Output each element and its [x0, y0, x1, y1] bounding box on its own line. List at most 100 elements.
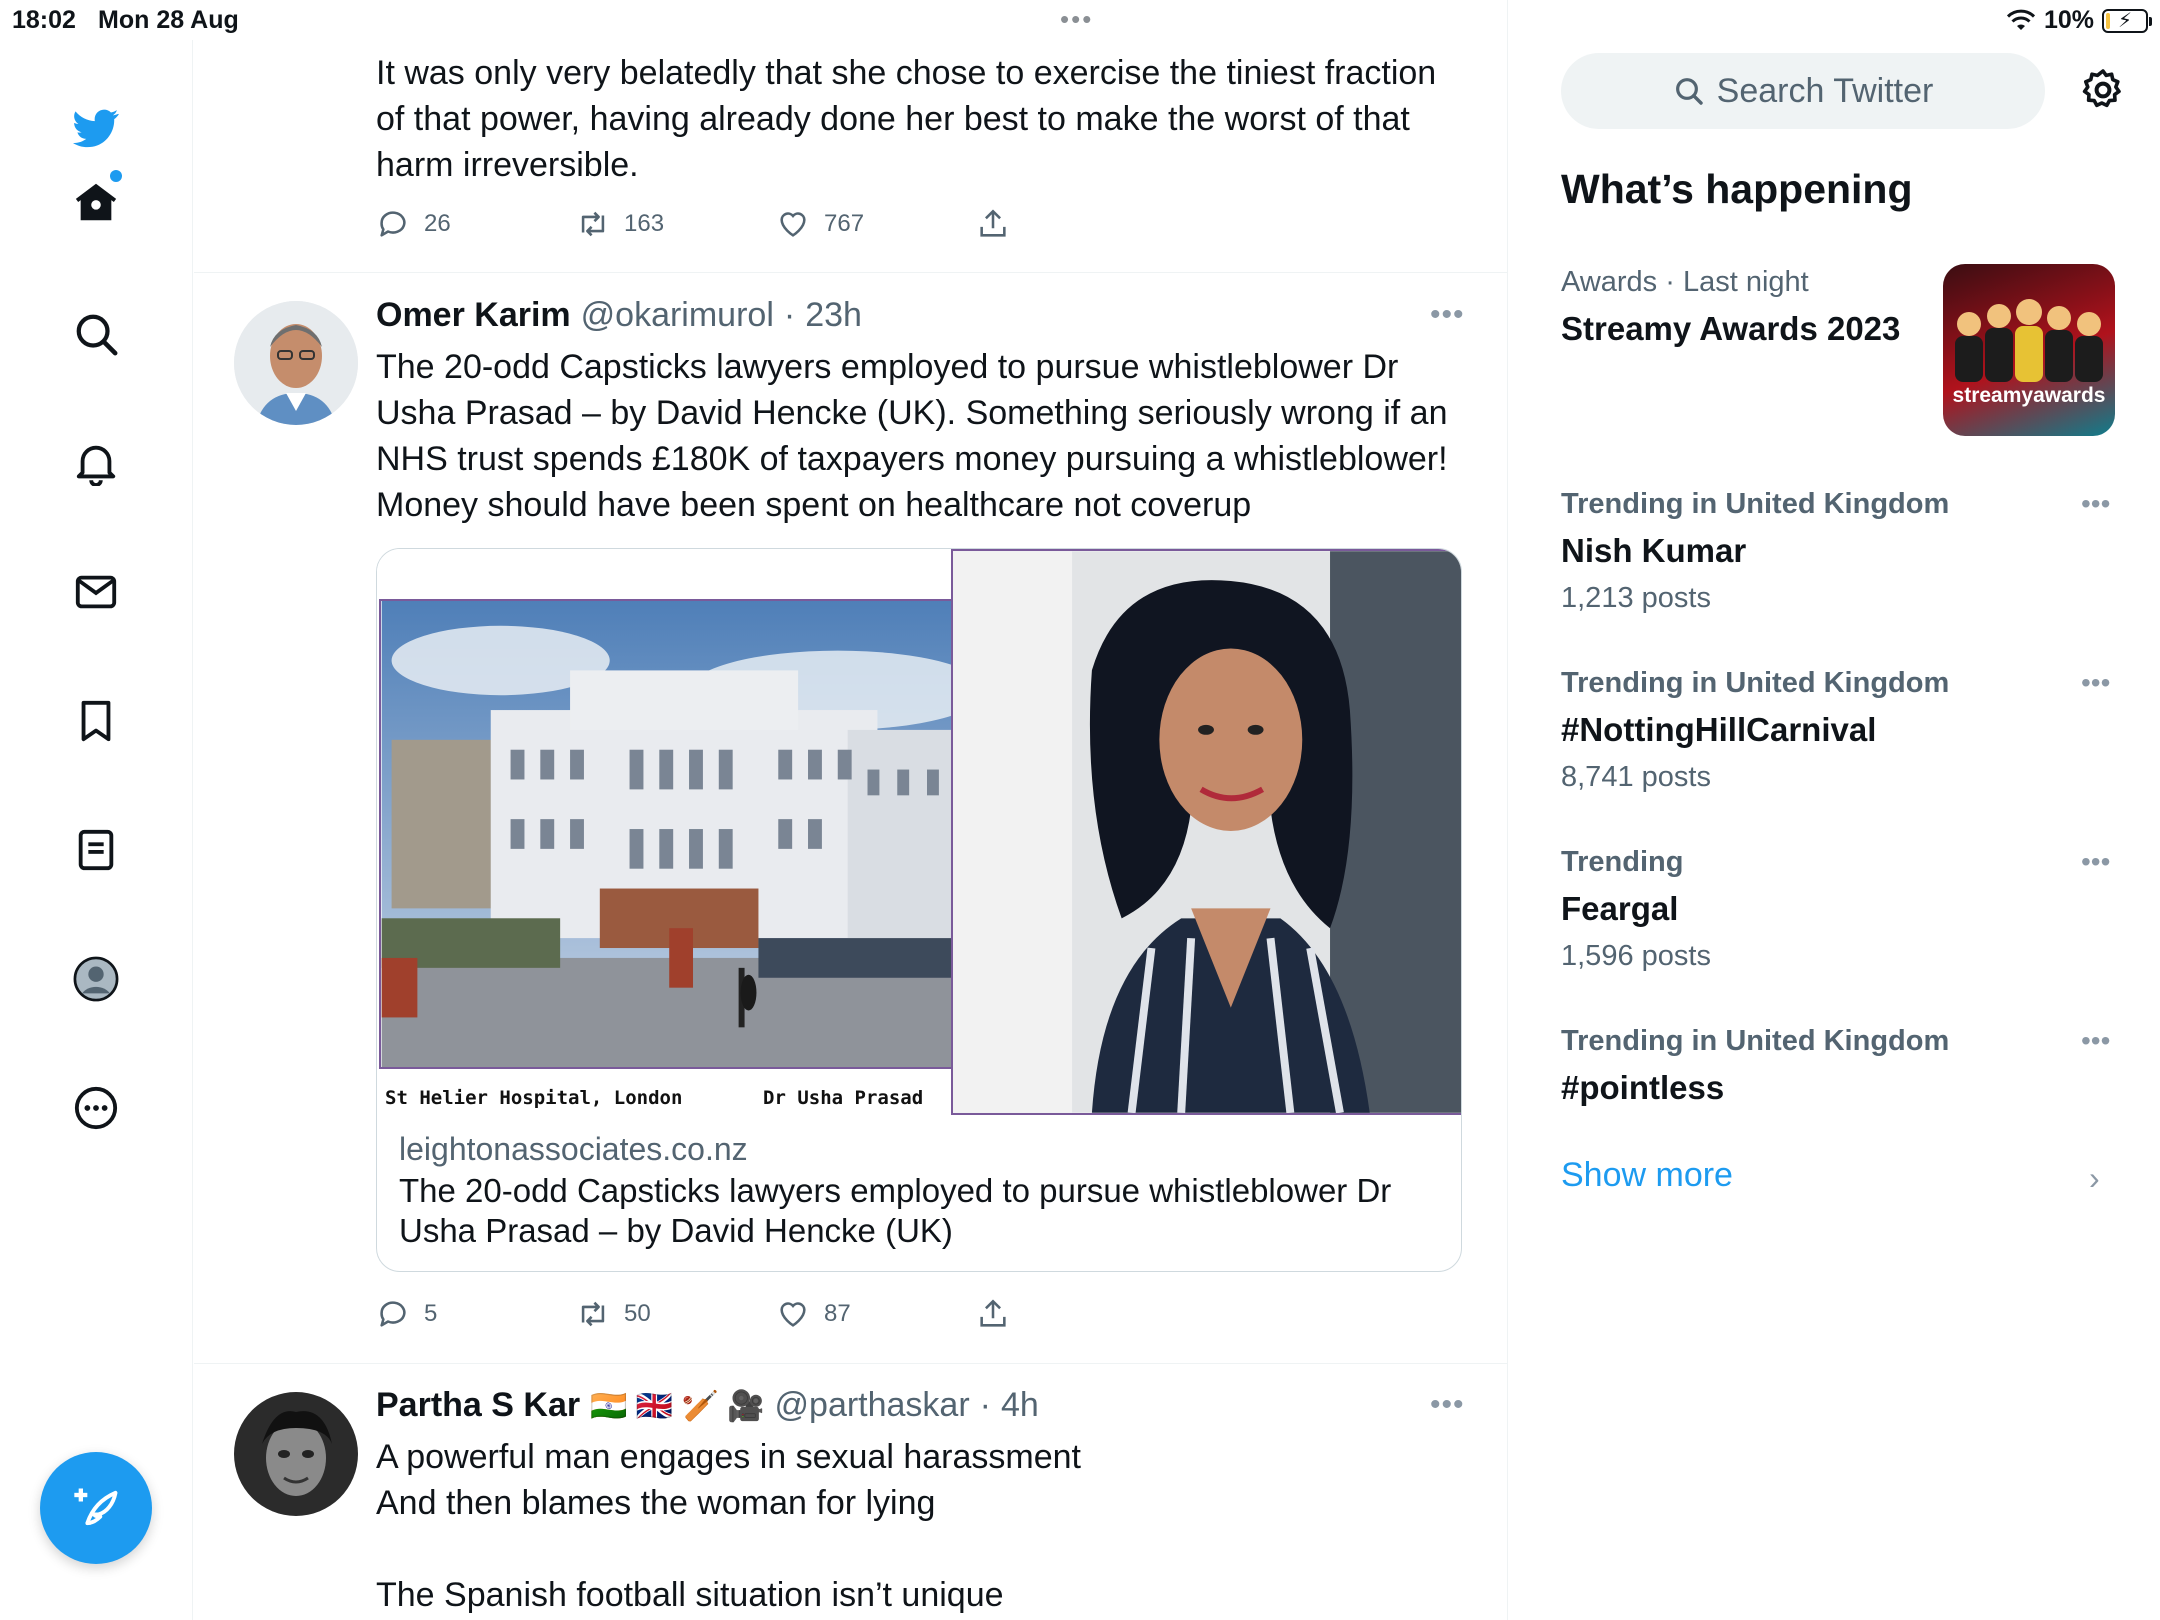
- retweet-icon: [581, 211, 605, 237]
- right-sidebar: Search Twitter What’s happening Awards ·…: [1509, 0, 2160, 1620]
- trend-category: Trending: [1561, 846, 1684, 878]
- nav-messages[interactable]: [56, 552, 136, 632]
- card-image: St Helier Hospital, London Dr Usha Prasa…: [377, 549, 1461, 1115]
- author-handle[interactable]: @parthaskar: [775, 1386, 970, 1425]
- trend-category: Trending in United Kingdom: [1561, 488, 1950, 520]
- trend-more-button[interactable]: •••: [2081, 488, 2110, 520]
- featured-category[interactable]: Awards · Last night: [1561, 266, 1809, 299]
- trend-category: Trending in United Kingdom: [1561, 667, 1950, 699]
- tweet-text-line: A powerful man engages in sexual harassm…: [376, 1438, 1081, 1476]
- trend-count: 1,596 posts: [1561, 940, 1711, 972]
- tweet-text-line: The 20-odd Capsticks lawyers employed to…: [376, 348, 1399, 386]
- tweet-text: It was only very belatedly that she chos…: [376, 50, 1476, 188]
- timeline[interactable]: It was only very belatedly that she chos…: [194, 0, 1508, 1620]
- nav-more[interactable]: [56, 1068, 136, 1148]
- like-button[interactable]: 767: [776, 207, 864, 241]
- avatar-face-icon: [234, 1392, 358, 1516]
- share-button[interactable]: [976, 1297, 1010, 1331]
- gear-icon[interactable]: [2079, 66, 2127, 114]
- status-time: 18:02: [12, 6, 76, 34]
- reply-count: 5: [424, 1300, 438, 1327]
- portrait-photo: [951, 549, 1461, 1115]
- tweet-time[interactable]: 4h: [1001, 1386, 1039, 1425]
- chevron-right-icon: ›: [2089, 1160, 2100, 1196]
- reply-button[interactable]: 5: [376, 1297, 437, 1331]
- featured-meta: Last night: [1682, 266, 1809, 298]
- tweet-text-line: Usha Prasad – by David Hencke (UK). Some…: [376, 394, 1448, 432]
- tweet-actions: 26 163 767: [376, 204, 1476, 244]
- tweet-time[interactable]: 23h: [805, 296, 862, 335]
- trend-name[interactable]: #NottingHillCarnival: [1561, 711, 1876, 749]
- trend-name[interactable]: Feargal: [1561, 890, 1678, 928]
- like-count: 87: [824, 1300, 851, 1327]
- retweet-button[interactable]: 163: [576, 207, 664, 241]
- reply-count: 26: [424, 210, 451, 237]
- compose-button[interactable]: [40, 1452, 152, 1564]
- tweet-text-line: Money should have been spent on healthca…: [376, 486, 1252, 524]
- nav-lists[interactable]: [56, 810, 136, 890]
- tweet-actions: 5 50 87: [376, 1294, 1476, 1334]
- featured-image[interactable]: streamyawards: [1943, 264, 2115, 436]
- nav-profile[interactable]: [56, 939, 136, 1019]
- trend-name[interactable]: Nish Kumar: [1561, 532, 1746, 570]
- trend-more-button[interactable]: •••: [2081, 667, 2110, 699]
- heart-icon: [780, 212, 806, 237]
- nav-bookmarks[interactable]: [56, 681, 136, 761]
- tweet-text-line: And then blames the woman for lying: [376, 1484, 936, 1522]
- trend-more-button[interactable]: •••: [2081, 846, 2110, 878]
- trend-more-button[interactable]: •••: [2081, 1025, 2110, 1057]
- retweet-icon: [581, 1301, 605, 1327]
- show-more-link[interactable]: Show more: [1561, 1156, 1733, 1195]
- tweet-divider: [194, 1363, 1507, 1364]
- author-emojis: 🇮🇳 🇬🇧 🏏 🎥: [590, 1390, 765, 1423]
- tweet-text-blank-line: [376, 1526, 1476, 1572]
- avatar-face-icon: [234, 301, 358, 425]
- share-icon: [980, 209, 1006, 237]
- author-handle[interactable]: @okarimurol: [581, 296, 774, 335]
- caption-hospital: St Helier Hospital, London: [385, 1087, 683, 1109]
- trend-name[interactable]: #pointless: [1561, 1069, 1724, 1107]
- author-name[interactable]: Omer Karim: [376, 296, 571, 335]
- card-title-line: The 20-odd Capsticks lawyers employed to…: [399, 1172, 1392, 1209]
- separator-dot: ·: [979, 1386, 991, 1424]
- heart-icon: [780, 1302, 806, 1327]
- author-name[interactable]: Partha S Kar: [376, 1386, 580, 1425]
- link-card[interactable]: St Helier Hospital, London Dr Usha Prasa…: [376, 548, 1462, 1272]
- like-button[interactable]: 87: [776, 1297, 851, 1331]
- tweet-more-button[interactable]: •••: [1430, 298, 1465, 332]
- trend-category: Trending in United Kingdom: [1561, 1025, 1950, 1057]
- search-icon: [76, 314, 118, 356]
- tweet-text-line: of that power, having already done her b…: [376, 100, 1410, 138]
- more-icon: [74, 1086, 118, 1130]
- streamy-logo-text: streamyawards: [1952, 384, 2106, 407]
- nav-notifications[interactable]: [56, 423, 136, 503]
- featured-title[interactable]: Streamy Awards 2023: [1561, 310, 1900, 348]
- like-count: 767: [824, 210, 865, 237]
- bookmark-icon: [81, 700, 111, 742]
- bell-icon: [76, 445, 116, 486]
- card-title-line: Usha Prasad – by David Hencke (UK): [399, 1212, 953, 1249]
- nav-home[interactable]: [56, 162, 136, 242]
- search-placeholder: Search Twitter: [1716, 71, 1934, 110]
- caption-person: Dr Usha Prasad: [763, 1087, 924, 1109]
- profile-icon: [73, 956, 119, 1002]
- twitter-logo-icon[interactable]: [56, 88, 136, 168]
- tweet-text-line: The Spanish football situation isn’t uni…: [376, 1576, 1004, 1614]
- share-button[interactable]: [976, 207, 1010, 241]
- trend-count: 8,741 posts: [1561, 761, 1711, 793]
- home-icon: [75, 183, 117, 221]
- separator-dot: ·: [783, 296, 796, 334]
- search-input[interactable]: Search Twitter: [1561, 53, 2045, 129]
- avatar[interactable]: [234, 1392, 358, 1516]
- trend-count: 1,213 posts: [1561, 582, 1711, 614]
- separator-dot: ·: [1665, 266, 1683, 298]
- avatar[interactable]: [234, 301, 358, 425]
- nav-explore[interactable]: [56, 294, 136, 374]
- retweet-button[interactable]: 50: [576, 1297, 651, 1331]
- tweet-text-line: NHS trust spends £180K of taxpayers mone…: [376, 440, 1448, 478]
- new-posts-dot: [110, 170, 122, 182]
- share-icon: [980, 1299, 1006, 1327]
- reply-icon: [380, 211, 406, 237]
- reply-button[interactable]: 26: [376, 207, 451, 241]
- tweet-more-button[interactable]: •••: [1430, 1388, 1465, 1422]
